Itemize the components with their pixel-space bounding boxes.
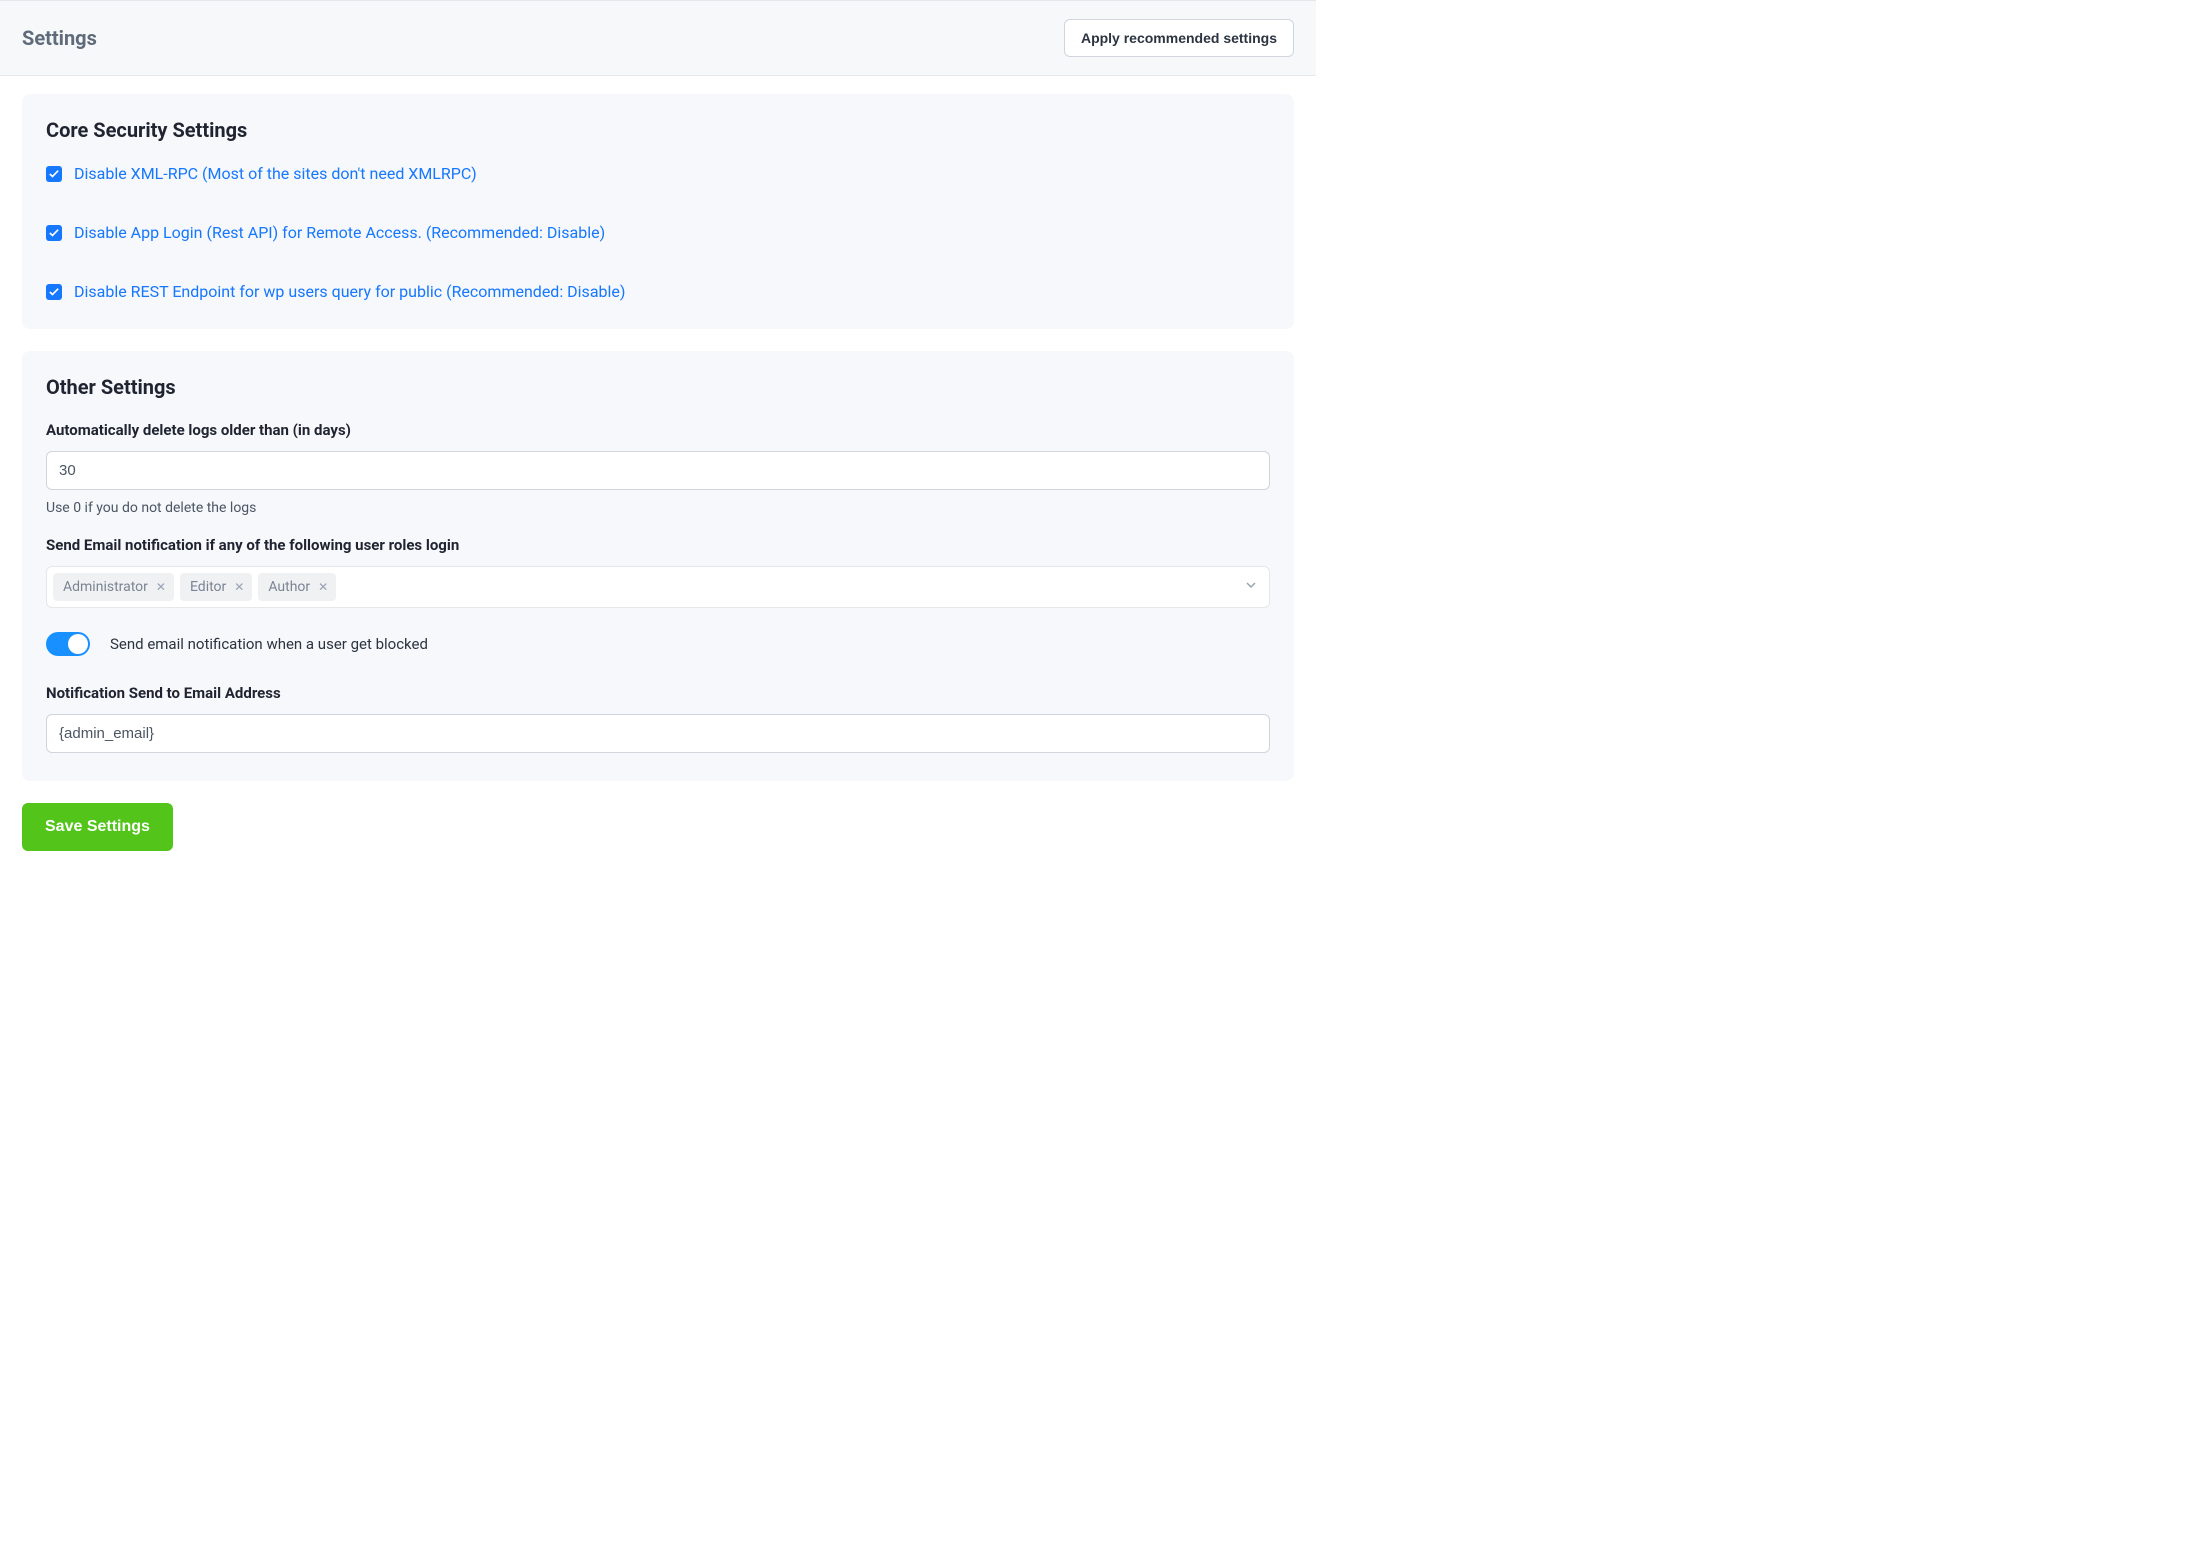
toggle-knob <box>68 634 88 654</box>
field-notify-roles: Send Email notification if any of the fo… <box>46 536 1270 608</box>
core-security-card: Core Security Settings Disable XML-RPC (… <box>22 94 1294 329</box>
checkbox-icon[interactable] <box>46 225 62 241</box>
role-tag-label: Administrator <box>63 579 148 595</box>
role-tag[interactable]: Editor ✕ <box>180 573 252 601</box>
chevron-down-icon[interactable] <box>1245 579 1257 595</box>
roles-multiselect[interactable]: Administrator ✕ Editor ✕ Author ✕ <box>46 566 1270 608</box>
option-disable-xmlrpc[interactable]: Disable XML-RPC (Most of the sites don't… <box>46 164 1270 183</box>
delete-logs-help: Use 0 if you do not delete the logs <box>46 500 1270 516</box>
notify-blocked-toggle[interactable] <box>46 632 90 656</box>
close-icon[interactable]: ✕ <box>318 581 328 593</box>
save-settings-button[interactable]: Save Settings <box>22 803 173 851</box>
notify-email-input[interactable] <box>46 714 1270 753</box>
option-disable-rest-users[interactable]: Disable REST Endpoint for wp users query… <box>46 282 1270 301</box>
notify-roles-label: Send Email notification if any of the fo… <box>46 536 1270 554</box>
field-delete-logs: Automatically delete logs older than (in… <box>46 421 1270 516</box>
topbar: Settings Apply recommended settings <box>0 0 1316 76</box>
close-icon[interactable]: ✕ <box>156 581 166 593</box>
checkbox-label[interactable]: Disable XML-RPC (Most of the sites don't… <box>74 164 477 183</box>
delete-logs-label: Automatically delete logs older than (in… <box>46 421 1270 439</box>
notify-blocked-label: Send email notification when a user get … <box>110 635 428 653</box>
checkbox-icon[interactable] <box>46 284 62 300</box>
apply-recommended-button[interactable]: Apply recommended settings <box>1064 19 1294 57</box>
field-notify-blocked: Send email notification when a user get … <box>46 632 1270 656</box>
delete-logs-input[interactable] <box>46 451 1270 490</box>
core-security-heading: Core Security Settings <box>46 118 1270 142</box>
option-disable-app-login[interactable]: Disable App Login (Rest API) for Remote … <box>46 223 1270 242</box>
page-title: Settings <box>22 26 97 50</box>
field-notify-email: Notification Send to Email Address <box>46 684 1270 753</box>
role-tag-label: Author <box>268 579 310 595</box>
footer: Save Settings <box>22 803 1294 859</box>
checkbox-icon[interactable] <box>46 166 62 182</box>
content: Core Security Settings Disable XML-RPC (… <box>0 76 1316 889</box>
role-tag[interactable]: Administrator ✕ <box>53 573 174 601</box>
notify-email-label: Notification Send to Email Address <box>46 684 1270 702</box>
role-tag[interactable]: Author ✕ <box>258 573 336 601</box>
role-tag-label: Editor <box>190 579 226 595</box>
other-settings-card: Other Settings Automatically delete logs… <box>22 351 1294 781</box>
other-settings-heading: Other Settings <box>46 375 1270 399</box>
checkbox-label[interactable]: Disable REST Endpoint for wp users query… <box>74 282 625 301</box>
checkbox-label[interactable]: Disable App Login (Rest API) for Remote … <box>74 223 605 242</box>
close-icon[interactable]: ✕ <box>234 581 244 593</box>
